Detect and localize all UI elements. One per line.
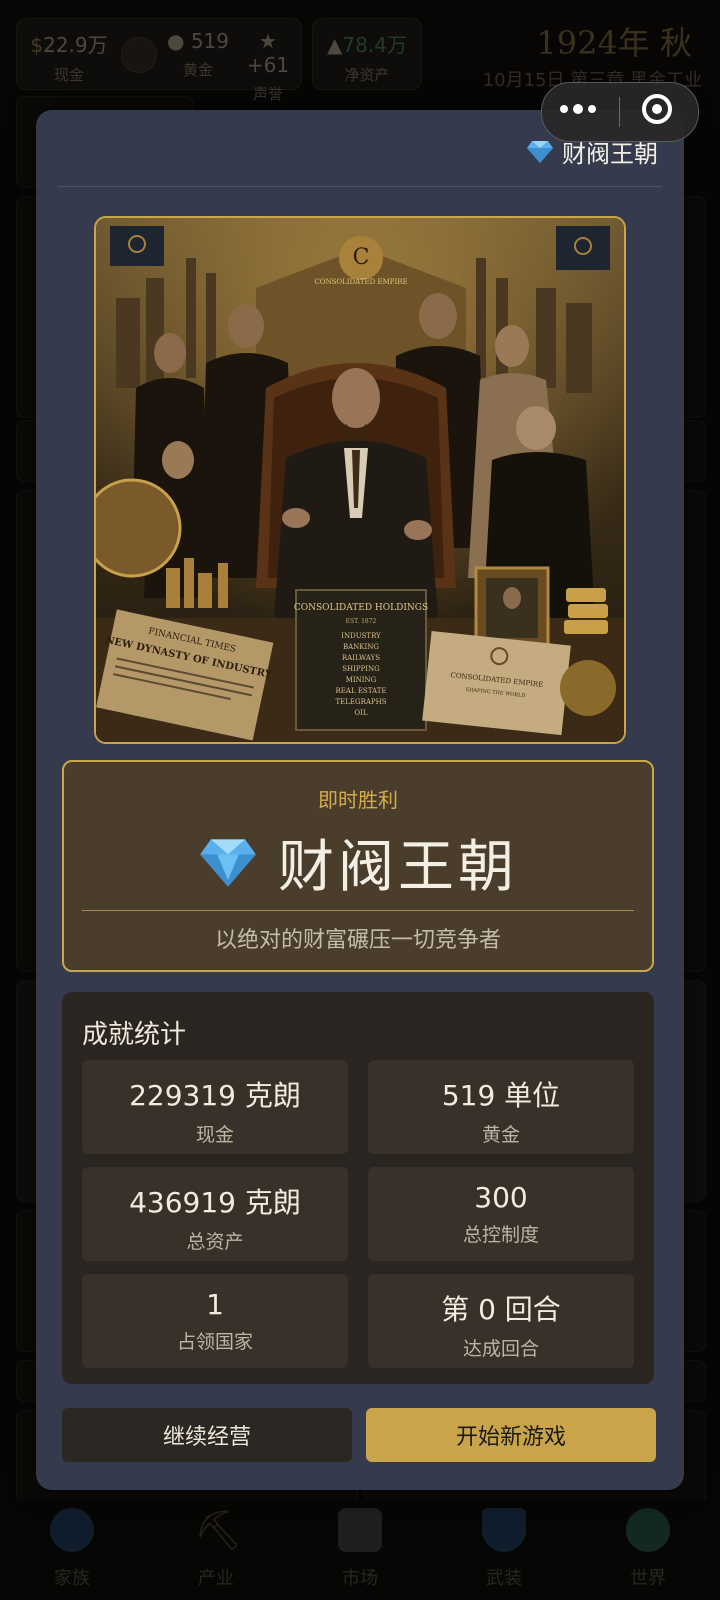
- victory-banner: 即时胜利 财阀王朝 以绝对的财富碾压一切竞争者: [62, 760, 654, 972]
- victory-divider: [82, 910, 634, 911]
- stat-gold: 519 单位 黄金: [368, 1060, 634, 1154]
- victory-title: 财阀王朝: [64, 822, 652, 903]
- art-book-item: MINING: [346, 676, 377, 684]
- stat-turn-reached: 第 0 回合 达成回合: [368, 1274, 634, 1368]
- more-icon[interactable]: [560, 104, 596, 114]
- diamond-icon: [200, 838, 256, 887]
- art-book-item: BANKING: [343, 643, 379, 651]
- stat-total-control: 300 总控制度: [368, 1167, 634, 1261]
- stat-countries-occupied: 1 占领国家: [82, 1274, 348, 1368]
- stat-total-assets: 436919 克朗 总资产: [82, 1167, 348, 1261]
- art-book-item: REAL ESTATE: [336, 687, 387, 695]
- mini-program-capsule: [541, 82, 699, 142]
- stats-title: 成就统计: [82, 1020, 187, 1050]
- art-book-item: RAILWAYS: [342, 654, 380, 662]
- modal-divider: [58, 186, 662, 187]
- victory-type-label: 即时胜利: [318, 788, 398, 812]
- victory-modal: 财阀王朝 C CONSOLIDATED EMPIRE FINANCIAL TIM…: [36, 110, 684, 1490]
- continue-button[interactable]: 继续经营: [62, 1408, 352, 1462]
- art-book-est: EST. 1872: [346, 618, 377, 625]
- stat-cash: 229319 克朗 现金: [82, 1060, 348, 1154]
- art-book-item: TELEGRAPHS: [335, 698, 386, 706]
- diamond-icon: [527, 140, 553, 163]
- art-book-item: OIL: [354, 709, 368, 717]
- victory-description: 以绝对的财富碾压一切竞争者: [214, 928, 501, 953]
- svg-text:C: C: [353, 245, 370, 270]
- capsule-divider: [619, 97, 620, 127]
- new-game-button[interactable]: 开始新游戏: [366, 1408, 656, 1462]
- victory-artwork: C CONSOLIDATED EMPIRE FINANCIAL TIMES NE…: [94, 216, 626, 744]
- close-target-icon[interactable]: [642, 94, 672, 124]
- art-book-item: SHIPPING: [342, 665, 380, 673]
- achievement-stats: 成就统计 229319 克朗 现金 519 单位 黄金 436919 克朗 总资产 3…: [62, 992, 654, 1384]
- art-book-title: CONSOLIDATED HOLDINGS: [294, 603, 428, 613]
- art-book-item: INDUSTRY: [341, 632, 381, 640]
- art-palace-banner: CONSOLIDATED EMPIRE: [314, 278, 407, 286]
